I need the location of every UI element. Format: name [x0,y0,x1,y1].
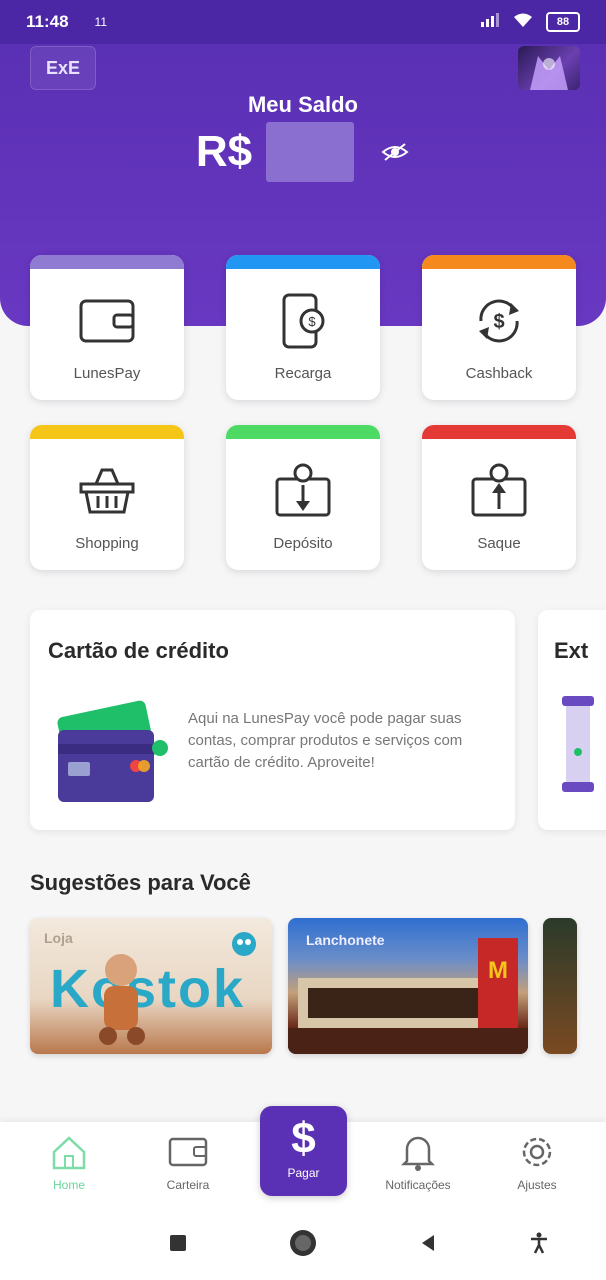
tile-bar [422,425,576,439]
tile-bar [30,255,184,269]
suggestion-card-partial[interactable] [543,918,577,1054]
system-navigation-bar [0,1208,606,1280]
dollar-icon: $ [291,1114,316,1163]
tile-cashback[interactable]: $ Cashback [422,255,576,400]
nav-wallet-label: Carteira [166,1178,210,1192]
restaurant-building-icon: M [288,938,528,1054]
credit-card-description: Aqui na LunesPay você pode pagar suas co… [188,710,463,771]
battery-icon: 88 [546,12,580,32]
status-extra: 11 [94,15,108,29]
tile-bar [226,425,380,439]
wallet-icon [168,1132,208,1172]
tile-label: LunesPay [73,365,141,382]
svg-text:$: $ [308,314,316,329]
tile-bar [226,255,380,269]
nav-settings[interactable]: Ajustes [487,1122,587,1208]
svg-text:$: $ [493,311,504,333]
credit-card-title: Cartão de crédito [48,638,229,663]
app-logo[interactable]: ExE [30,46,96,90]
tile-bar [422,255,576,269]
wifi-icon [512,12,534,32]
tile-label: Cashback [465,365,533,382]
balance-row: R$ [0,122,606,182]
currency-symbol: R$ [195,127,253,176]
nav-notifications-label: Notificações [385,1178,451,1192]
child-figure-icon [99,954,145,1045]
tile-label: Shopping [75,535,139,552]
tile-deposito[interactable]: Depósito [226,425,380,570]
gear-icon [517,1132,557,1172]
extrato-card[interactable]: Ext [538,610,606,830]
home-circle-icon[interactable] [288,1228,318,1258]
basket-icon [77,461,137,521]
wallet-icon [77,291,137,351]
nav-home[interactable]: Home [19,1122,119,1208]
tile-recarga[interactable]: $ Recarga [226,255,380,400]
withdraw-icon [469,461,529,521]
tile-saque[interactable]: Saque [422,425,576,570]
credit-card-promo[interactable]: Cartão de crédito Aqui na LunesPay você … [30,610,515,830]
signal-icon [480,12,500,32]
tile-bar [30,425,184,439]
extrato-title: Ext [554,638,589,663]
hourglass-icon [558,692,598,802]
credit-card-illustration-icon [48,700,178,810]
tile-label: Saque [477,535,521,552]
tile-label: Recarga [274,365,332,382]
suggestion-card-lanchonete[interactable]: Lanchonete M [288,918,528,1054]
hide-balance-eye-icon[interactable] [380,137,410,167]
pay-button[interactable]: $ Pagar [260,1106,347,1196]
balance-hidden-value [266,122,355,182]
balance-label: Meu Saldo [247,92,358,117]
status-bar: 11:48 11 88 [0,0,606,44]
deposit-icon [273,461,333,521]
nav-settings-label: Ajustes [517,1178,557,1192]
tile-shopping[interactable]: Shopping [30,425,184,570]
owl-logo-icon [232,932,256,956]
cashback-icon: $ [469,291,529,351]
suggestion-store-label: Loja [44,930,73,946]
suggestion-card-kostok[interactable]: Loja Kostok [30,918,272,1054]
status-time: 11:48 [26,12,69,31]
svg-text:M: M [488,957,508,984]
phone-recharge-icon: $ [273,291,333,351]
nav-wallet[interactable]: Carteira [138,1122,238,1208]
pay-label: Pagar [287,1166,320,1180]
back-triangle-icon[interactable] [413,1228,443,1258]
tile-label: Depósito [273,535,333,552]
avatar[interactable] [518,46,580,90]
suggestions-title: Sugestões para Você [30,870,251,895]
bell-icon [398,1132,438,1172]
nav-home-label: Home [52,1178,85,1192]
tile-lunespay[interactable]: LunesPay [30,255,184,400]
accessibility-icon[interactable] [524,1228,554,1258]
nav-notifications[interactable]: Notificações [368,1122,468,1208]
home-icon [49,1132,89,1172]
recents-square-icon[interactable] [163,1228,193,1258]
